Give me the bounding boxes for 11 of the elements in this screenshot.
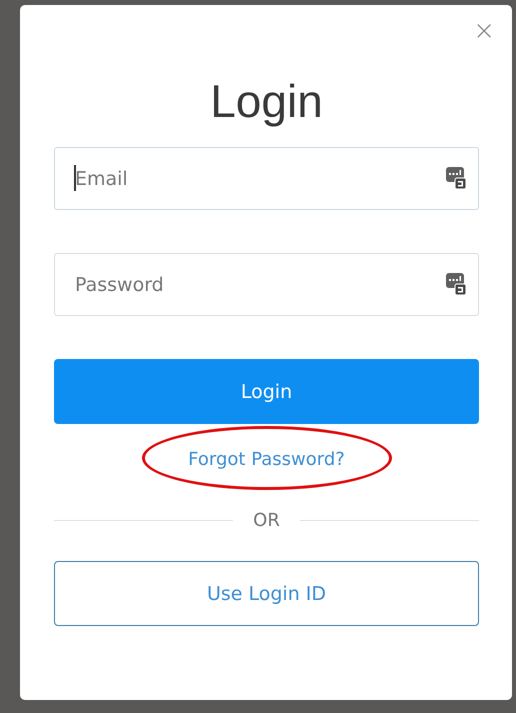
input-field[interactable]: Email xyxy=(54,147,479,210)
password-manager-icon xyxy=(445,166,467,190)
password-manager-icon xyxy=(445,272,467,296)
use-login-id-button[interactable]: Use Login ID xyxy=(54,561,479,626)
login-button[interactable]: Login xyxy=(54,359,479,424)
close-button[interactable]: × xyxy=(473,19,495,43)
input-field[interactable]: Password xyxy=(54,253,479,316)
text-cursor xyxy=(74,165,76,191)
forgot-password-link[interactable]: Forgot Password? xyxy=(188,448,345,470)
dialog-title: Login xyxy=(209,74,324,129)
separator-label: OR xyxy=(253,510,280,531)
